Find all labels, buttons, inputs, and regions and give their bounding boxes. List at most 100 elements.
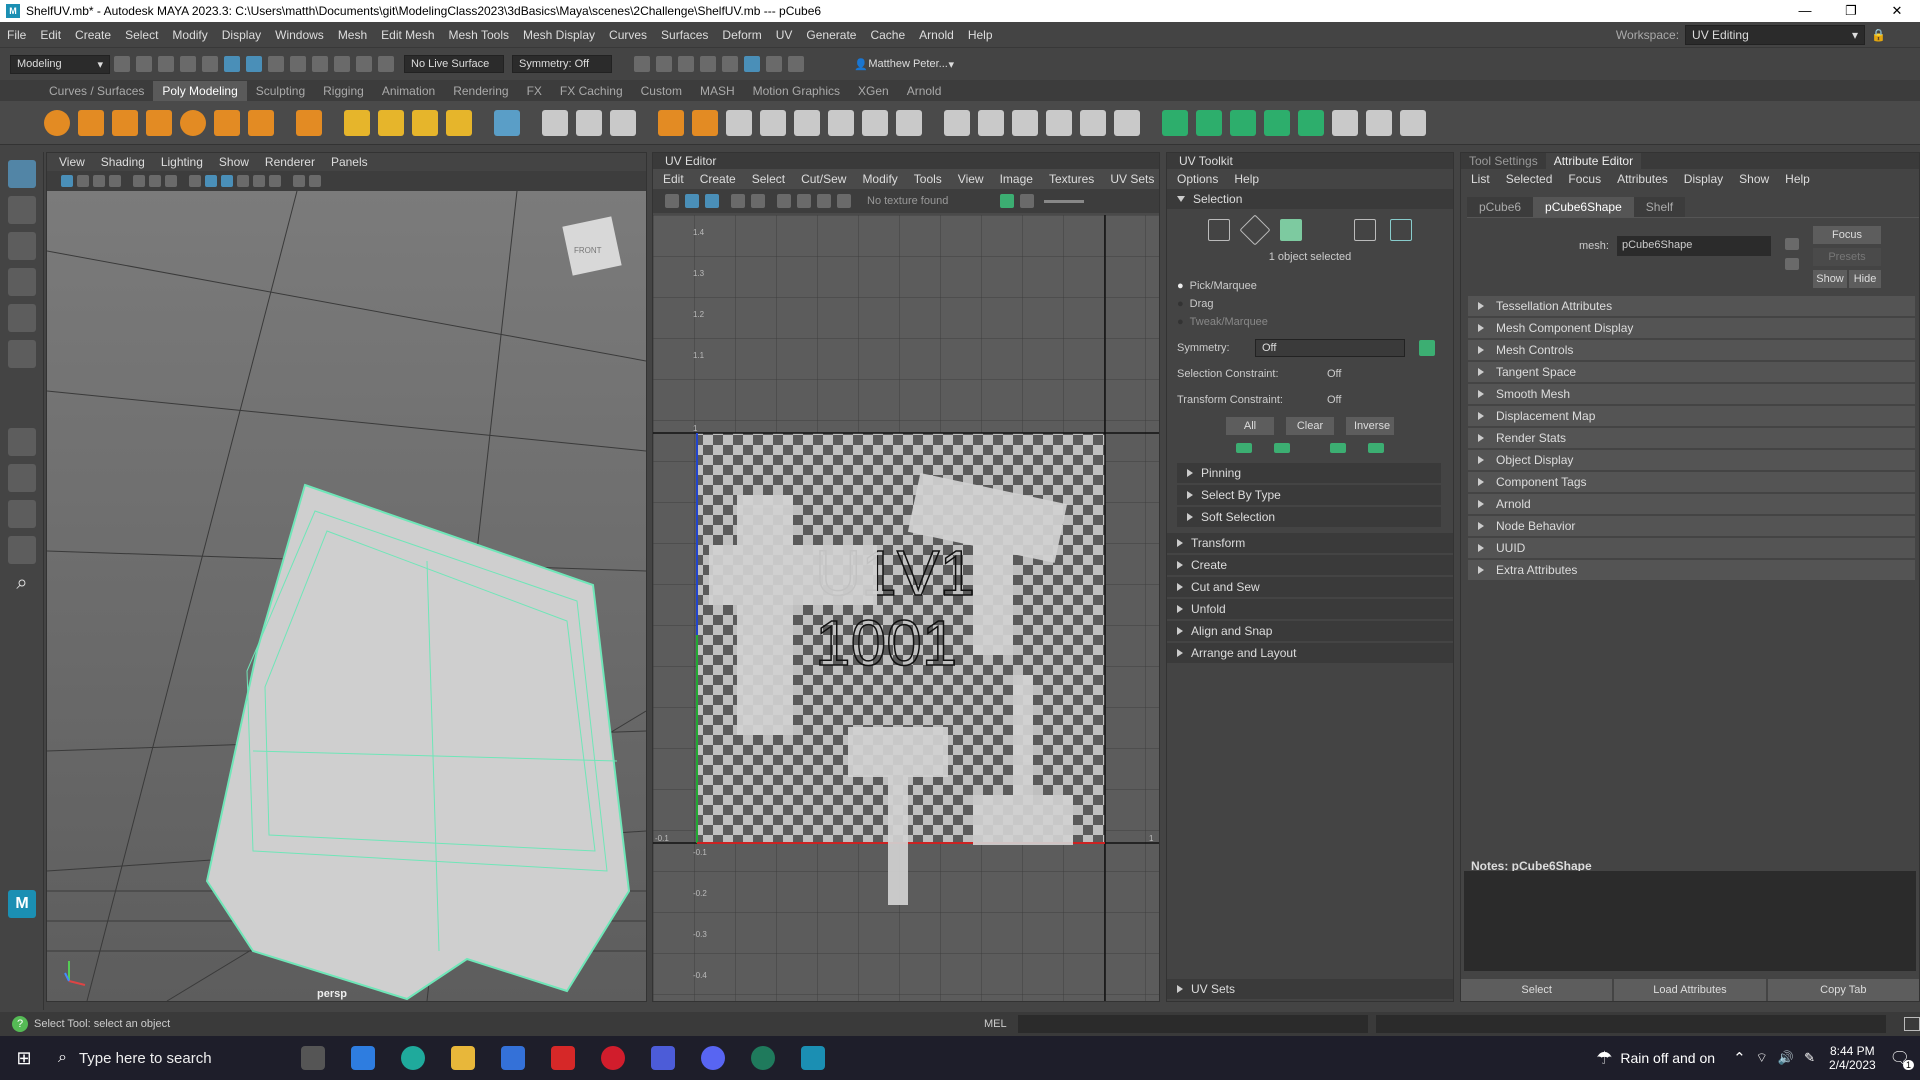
- pen-icon[interactable]: ✎: [1804, 1050, 1815, 1066]
- paint-select-tool-icon[interactable]: [8, 232, 36, 260]
- construction-history-icon[interactable]: [634, 56, 650, 72]
- uv-image-display-icon[interactable]: [797, 194, 811, 208]
- menu-display[interactable]: Display: [215, 28, 268, 42]
- select-component-icon[interactable]: [268, 56, 284, 72]
- smooth-icon[interactable]: [658, 109, 684, 136]
- platonic-solid-icon[interactable]: [296, 109, 322, 136]
- uv-spherical-icon[interactable]: [1230, 109, 1256, 136]
- uv-exposure-icon[interactable]: [1000, 194, 1015, 208]
- select-clear-button[interactable]: Clear: [1286, 417, 1334, 435]
- load-attributes-button[interactable]: Load Attributes: [1614, 979, 1766, 1001]
- weather-text[interactable]: Rain off and on: [1620, 1050, 1715, 1066]
- attr-menu-help[interactable]: Help: [1785, 172, 1810, 186]
- use-all-lights-icon[interactable]: [253, 175, 265, 187]
- section-mesh-component-display[interactable]: Mesh Component Display: [1468, 318, 1915, 338]
- edge-mode-icon[interactable]: [1239, 214, 1271, 246]
- show-button[interactable]: Show: [1813, 270, 1847, 288]
- uv-menu-cut-sew[interactable]: Cut/Sew: [801, 172, 846, 186]
- shelf-tab-rendering[interactable]: Rendering: [444, 81, 517, 101]
- section-pinning[interactable]: Pinning: [1177, 463, 1441, 483]
- windows-start-icon[interactable]: ⊞: [0, 1048, 48, 1069]
- bridge-icon[interactable]: [576, 109, 602, 136]
- rotate-tool-icon[interactable]: [8, 304, 36, 332]
- uv-checker-icon[interactable]: [777, 194, 791, 208]
- resolution-gate-icon[interactable]: [165, 175, 177, 187]
- green-app-icon[interactable]: [750, 1046, 775, 1070]
- four-view-layout-icon[interactable]: [8, 464, 36, 492]
- render-setup-icon[interactable]: [766, 56, 782, 72]
- uv-shell-mode-icon[interactable]: [1354, 219, 1376, 241]
- snap-surface-icon[interactable]: [378, 56, 394, 72]
- uv-menu-view[interactable]: View: [958, 172, 984, 186]
- hypershade-icon[interactable]: [744, 56, 760, 72]
- render-view-icon[interactable]: [656, 56, 672, 72]
- maximize-icon[interactable]: ❐: [1828, 3, 1874, 19]
- workspace-dropdown[interactable]: UV Editing ▾: [1685, 24, 1866, 45]
- symmetry-dropdown[interactable]: Off: [1255, 339, 1405, 357]
- uv-mode-icon[interactable]: [1208, 219, 1230, 241]
- uv-borders-icon[interactable]: [731, 194, 745, 208]
- uv-menu-modify[interactable]: Modify: [862, 172, 897, 186]
- uv-cut-icon[interactable]: [1298, 109, 1324, 136]
- select-hierarchy-icon[interactable]: [224, 56, 240, 72]
- offset-edge-loop-icon[interactable]: [1080, 109, 1106, 136]
- shelf-tab-fx[interactable]: FX: [518, 81, 551, 101]
- shelf-tab-arnold[interactable]: Arnold: [898, 81, 951, 101]
- uv-menu-image[interactable]: Image: [1000, 172, 1033, 186]
- copy-tab-button[interactable]: Copy Tab: [1767, 979, 1919, 1001]
- uv-cylindrical-icon[interactable]: [1196, 109, 1222, 136]
- sweep-mesh-icon[interactable]: [378, 109, 404, 136]
- poly-disc-icon[interactable]: [248, 109, 274, 136]
- viewport-menu-show[interactable]: Show: [219, 155, 249, 169]
- toolkit-menu-help[interactable]: Help: [1234, 172, 1259, 186]
- svg-tool-icon[interactable]: [446, 109, 472, 136]
- notification-icon[interactable]: 🗨 1: [1890, 1048, 1914, 1070]
- node-tab-pcube6shape[interactable]: pCube6Shape: [1533, 197, 1634, 217]
- single-perspective-layout-icon[interactable]: [8, 428, 36, 456]
- taskbar-search-input[interactable]: Type here to search: [79, 1050, 289, 1067]
- maya-home-icon[interactable]: M: [8, 890, 36, 918]
- menu-curves[interactable]: Curves: [602, 28, 654, 42]
- live-surface-field[interactable]: No Live Surface: [404, 55, 504, 73]
- save-scene-icon[interactable]: [158, 56, 174, 72]
- render-frame-icon[interactable]: [678, 56, 694, 72]
- shelf-tab-motion-graphics[interactable]: Motion Graphics: [744, 81, 849, 101]
- reduce-icon[interactable]: [794, 109, 820, 136]
- clock[interactable]: 8:44 PM 2/4/2023: [1829, 1044, 1876, 1072]
- maya-taskbar-icon[interactable]: [800, 1046, 825, 1070]
- store-icon[interactable]: [500, 1046, 525, 1070]
- poly-torus-icon[interactable]: [180, 109, 206, 136]
- uv-automatic-icon[interactable]: [1264, 109, 1290, 136]
- tray-chevron-up-icon[interactable]: ⌃: [1733, 1049, 1746, 1067]
- target-weld-icon[interactable]: [1012, 109, 1038, 136]
- symmetry-settings-icon[interactable]: [1419, 340, 1435, 356]
- poly-cone-icon[interactable]: [146, 109, 172, 136]
- poly-cylinder-icon[interactable]: [112, 109, 138, 136]
- section-arnold[interactable]: Arnold: [1468, 494, 1915, 514]
- viewport-canvas[interactable]: FRONT persp: [47, 191, 646, 1001]
- menu-mesh[interactable]: Mesh: [331, 28, 374, 42]
- attr-select-button[interactable]: Select: [1461, 979, 1613, 1001]
- isolate-select-icon[interactable]: [309, 175, 321, 187]
- section-mesh-controls[interactable]: Mesh Controls: [1468, 340, 1915, 360]
- section-extra-attributes[interactable]: Extra Attributes: [1468, 560, 1915, 580]
- script-editor-icon[interactable]: [1904, 1017, 1920, 1031]
- section-component-tags[interactable]: Component Tags: [1468, 472, 1915, 492]
- uv-gamma-icon[interactable]: [1020, 194, 1035, 208]
- shelf-tab-custom[interactable]: Custom: [632, 81, 691, 101]
- uv-menu-select[interactable]: Select: [752, 172, 785, 186]
- hide-button[interactable]: Hide: [1849, 270, 1881, 288]
- camera-attributes-icon[interactable]: [77, 175, 89, 187]
- menu-windows[interactable]: Windows: [268, 28, 331, 42]
- search-icon[interactable]: ⌕: [58, 1049, 67, 1067]
- uv-dim-image-icon[interactable]: [837, 194, 851, 208]
- section-smooth-mesh[interactable]: Smooth Mesh: [1468, 384, 1915, 404]
- mode-dropdown[interactable]: Modeling ▾: [10, 54, 110, 74]
- uv-menu-create[interactable]: Create: [700, 172, 736, 186]
- attr-menu-display[interactable]: Display: [1684, 172, 1723, 186]
- menu-edit-mesh[interactable]: Edit Mesh: [374, 28, 441, 42]
- move-tool-icon[interactable]: [8, 268, 36, 296]
- snap-view-icon[interactable]: [356, 56, 372, 72]
- section-unfold[interactable]: Unfold: [1167, 599, 1453, 619]
- select-border-icon[interactable]: [1330, 443, 1346, 453]
